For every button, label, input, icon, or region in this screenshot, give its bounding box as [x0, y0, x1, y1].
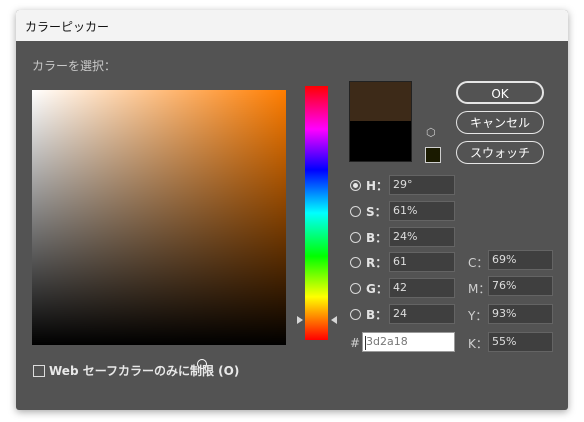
blue-label: B： — [366, 308, 388, 322]
cube-icon[interactable]: ⬡ — [426, 127, 436, 138]
hue-label: H： — [366, 179, 389, 193]
select-color-label: カラーを選択： — [32, 59, 117, 73]
new-color-swatch — [349, 81, 412, 122]
green-input[interactable]: 42 — [389, 278, 455, 298]
current-color-swatch[interactable] — [349, 121, 412, 162]
color-field-black-gradient — [32, 90, 286, 345]
web-safe-label[interactable]: Web セーフカラーのみに制限 (O) — [49, 362, 239, 379]
red-label: R： — [366, 256, 388, 270]
title-bar: カラーピッカー — [16, 10, 568, 41]
green-radio[interactable] — [350, 283, 361, 294]
magenta-label: M： — [468, 282, 491, 296]
hue-slider-left-arrow[interactable] — [297, 316, 303, 324]
swatches-button[interactable]: スウォッチ — [456, 141, 544, 164]
green-label: G： — [366, 282, 388, 296]
window-title: カラーピッカー — [25, 20, 110, 34]
saturation-label: S： — [366, 205, 387, 219]
hue-slider[interactable] — [305, 86, 328, 340]
saturation-input[interactable]: 61% — [389, 201, 455, 221]
color-field[interactable] — [32, 90, 286, 369]
hue-radio[interactable] — [350, 180, 361, 191]
blue-radio[interactable] — [350, 309, 361, 320]
hex-input[interactable]: 3d2a18 — [362, 332, 455, 352]
cyan-input[interactable]: 69% — [488, 250, 553, 270]
brightness-input[interactable]: 24% — [389, 227, 455, 247]
cancel-button[interactable]: キャンセル — [456, 111, 544, 134]
cyan-label: C： — [468, 256, 489, 270]
web-safe-color-swatch[interactable] — [425, 147, 441, 163]
hex-label: # — [350, 336, 361, 350]
hue-slider-right-arrow[interactable] — [331, 316, 337, 324]
web-safe-checkbox[interactable] — [33, 365, 45, 377]
red-input[interactable]: 61 — [389, 252, 455, 272]
yellow-label: Y： — [468, 309, 488, 323]
saturation-radio[interactable] — [350, 206, 361, 217]
magenta-input[interactable]: 76% — [488, 276, 553, 296]
blue-input[interactable]: 24 — [389, 304, 455, 324]
brightness-label: B： — [366, 231, 388, 245]
yellow-input[interactable]: 93% — [488, 304, 553, 324]
ok-button[interactable]: OK — [456, 81, 544, 104]
black-key-input[interactable]: 55% — [488, 332, 553, 352]
hue-input[interactable]: 29° — [389, 175, 455, 195]
text-cursor — [365, 336, 366, 350]
red-radio[interactable] — [350, 257, 361, 268]
brightness-radio[interactable] — [350, 232, 361, 243]
black-key-label: K： — [468, 337, 488, 351]
color-picker-dialog: カラーピッカー カラーを選択： ⬡ OK キャンセル スウォッチ H： 29° … — [16, 10, 568, 410]
